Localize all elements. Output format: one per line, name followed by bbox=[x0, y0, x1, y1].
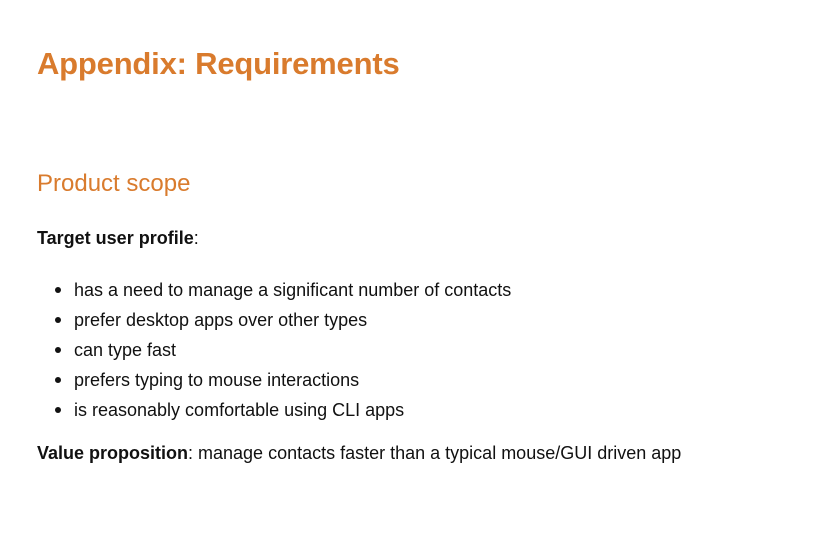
section-title-product-scope: Product scope bbox=[37, 170, 191, 197]
target-user-profile-colon: : bbox=[193, 228, 199, 248]
list-item: prefer desktop apps over other types bbox=[37, 305, 511, 335]
target-user-profile-label: Target user profile bbox=[37, 228, 194, 248]
list-item: can type fast bbox=[37, 335, 511, 365]
list-item-text: prefer desktop apps over other types bbox=[74, 310, 368, 330]
list-item: has a need to manage a significant numbe… bbox=[37, 275, 511, 305]
bullet-icon bbox=[55, 377, 61, 383]
value-proposition-text: : manage contacts faster than a typical … bbox=[188, 443, 682, 463]
list-item-text: prefers typing to mouse interactions bbox=[74, 370, 360, 390]
bullet-icon bbox=[55, 347, 61, 353]
list-item-text: is reasonably comfortable using CLI apps bbox=[74, 400, 405, 420]
list-item-text: has a need to manage a significant numbe… bbox=[74, 280, 512, 300]
list-item: prefers typing to mouse interactions bbox=[37, 365, 511, 395]
value-proposition-label: Value proposition bbox=[37, 443, 189, 463]
value-proposition-paragraph: Value proposition: manage contacts faste… bbox=[37, 442, 681, 464]
list-item: is reasonably comfortable using CLI apps bbox=[37, 395, 511, 425]
target-user-profile-paragraph: Target user profile: bbox=[37, 227, 199, 249]
page-title: Appendix: Requirements bbox=[37, 46, 400, 81]
bullet-icon bbox=[55, 317, 61, 323]
bullet-icon bbox=[55, 287, 61, 293]
target-user-bullet-list: has a need to manage a significant numbe… bbox=[37, 275, 511, 425]
list-item-text: can type fast bbox=[74, 340, 177, 360]
bullet-icon bbox=[55, 407, 61, 413]
